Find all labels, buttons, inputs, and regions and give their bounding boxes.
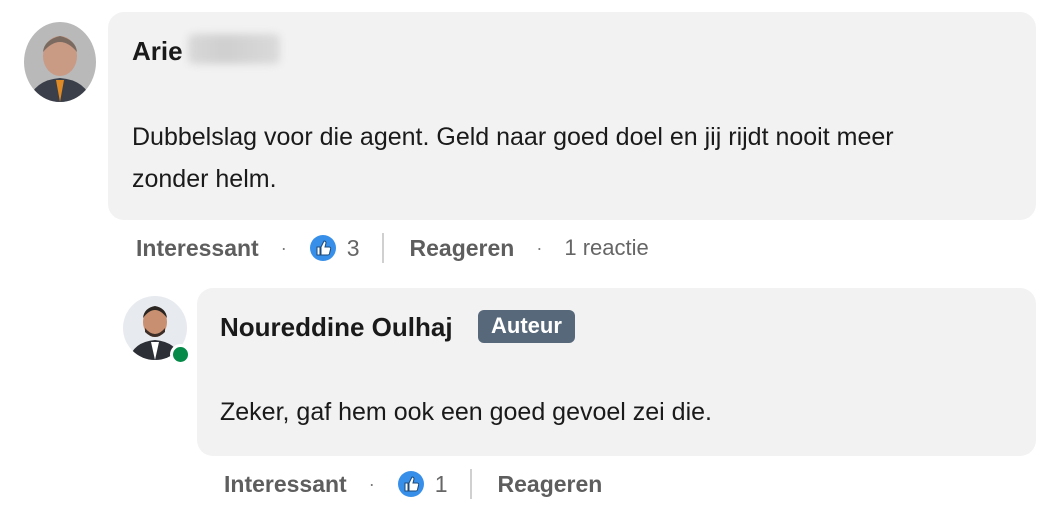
comment-actions: Interessant · 3 Reageren · 1 reactie	[136, 230, 649, 266]
reply-button[interactable]: Reageren	[498, 471, 603, 498]
reply-count-link[interactable]: 1 reactie	[564, 235, 648, 261]
comment-text: Dubbelslag voor die agent. Geld naar goe…	[132, 123, 894, 193]
reaction-count[interactable]: 1	[435, 471, 448, 498]
separator-dot: ·	[536, 237, 543, 258]
react-button[interactable]: Interessant	[224, 471, 347, 498]
reaction-count[interactable]: 3	[347, 235, 360, 262]
commenter-avatar[interactable]	[24, 22, 96, 102]
like-reaction-icon[interactable]	[397, 470, 425, 498]
author-badge: Auteur	[478, 310, 575, 343]
action-divider	[381, 233, 384, 263]
react-button[interactable]: Interessant	[136, 235, 259, 262]
reply-actions: Interessant · 1 Reageren	[224, 466, 602, 502]
reply-author-name[interactable]: Noureddine Oulhaj	[220, 312, 453, 343]
separator-dot: ·	[280, 237, 287, 258]
online-status-indicator	[170, 344, 191, 365]
reply-text: Zeker, gaf hem ook een goed gevoel zei d…	[220, 398, 712, 426]
commenter-name[interactable]: Arie	[132, 36, 183, 67]
like-reaction-icon[interactable]	[309, 234, 337, 262]
separator-dot: ·	[368, 473, 375, 494]
redacted-last-name	[188, 34, 280, 64]
reply-button[interactable]: Reageren	[410, 235, 515, 262]
action-divider	[469, 469, 472, 499]
